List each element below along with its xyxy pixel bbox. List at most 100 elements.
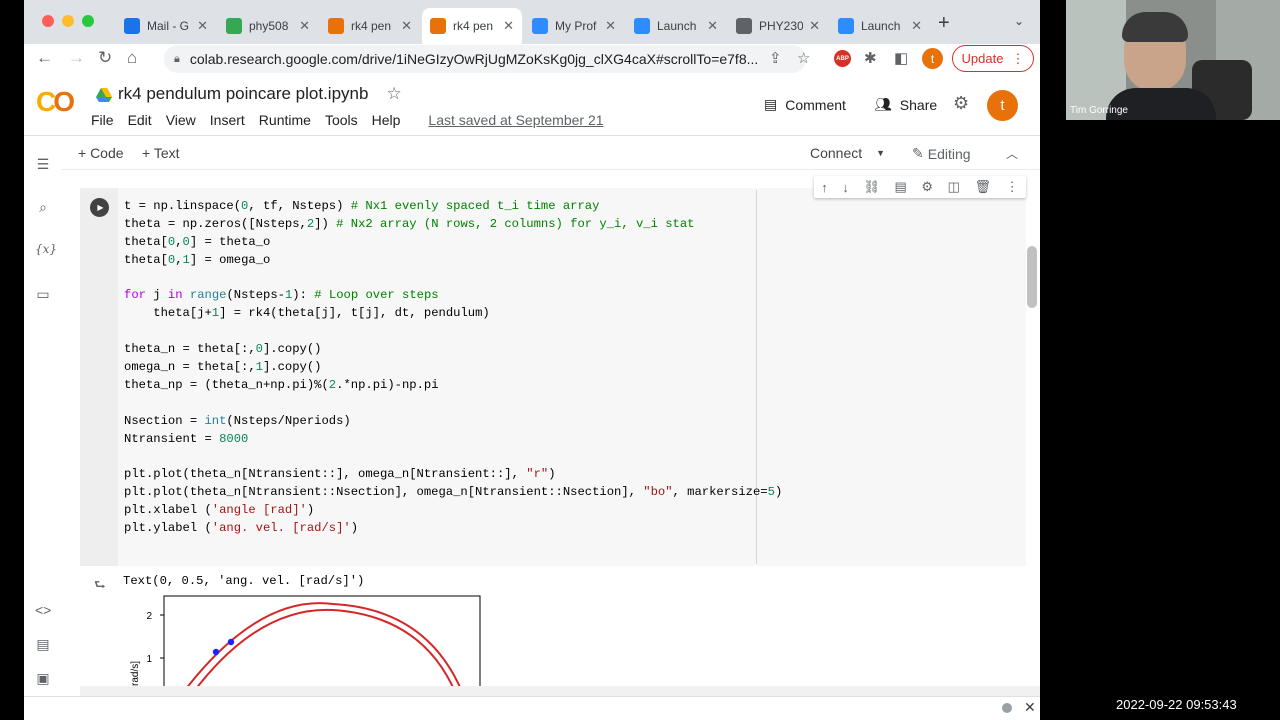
- add-text-button[interactable]: + Text: [142, 145, 180, 161]
- webcam-video: Tim Gorringe: [1066, 0, 1280, 120]
- y-tick-label-1: 1: [146, 654, 152, 665]
- forward-icon[interactable]: →: [68, 48, 85, 68]
- menu-item-insert[interactable]: Insert: [210, 112, 245, 128]
- share-button[interactable]: 👥︎ Share: [874, 96, 937, 113]
- output-icon[interactable]: ⮑: [94, 576, 106, 598]
- zoom-icon: [838, 18, 854, 34]
- address-bar[interactable]: 🔒︎ colab.research.google.com/drive/1iNeG…: [164, 45, 806, 73]
- browser-tab[interactable]: Mail - G ✕: [116, 8, 216, 44]
- tab-close-icon[interactable]: ✕: [197, 18, 208, 34]
- search-icon[interactable]: ⌕: [35, 199, 51, 216]
- editing-mode-button[interactable]: ✎ Editing: [912, 145, 971, 162]
- settings-gear-icon[interactable]: ⚙: [953, 93, 969, 114]
- star-icon[interactable]: ☆: [386, 84, 401, 104]
- reload-icon[interactable]: ↻: [98, 48, 112, 68]
- more-options-icon[interactable]: ⋮: [1006, 179, 1019, 195]
- recording-timestamp: 2022-09-22 09:53:43: [1116, 697, 1237, 712]
- mirror-cell-icon[interactable]: ◫: [948, 179, 960, 195]
- browser-tab[interactable]: rk4 pen ✕: [320, 8, 420, 44]
- bookmark-star-icon[interactable]: ☆: [797, 49, 810, 67]
- run-cell-button[interactable]: ▶: [90, 198, 109, 217]
- browser-tab[interactable]: rk4 pen ✕: [422, 8, 522, 44]
- code-line: theta[0,0] = theta_o: [124, 234, 271, 249]
- tab-close-icon[interactable]: ✕: [809, 18, 820, 34]
- code-editor[interactable]: t = np.linspace(0, tf, Nsteps) # Nx1 eve…: [124, 198, 782, 538]
- terminal-icon[interactable]: ▣: [35, 670, 51, 687]
- code-snippets-icon[interactable]: <>: [35, 602, 51, 618]
- browser-tab[interactable]: phy508 ✕: [218, 8, 318, 44]
- tab-close-icon[interactable]: ✕: [503, 18, 514, 34]
- person-hair: [1122, 12, 1188, 42]
- browser-toolbar: ← → ↻ ⌂ 🔒︎ colab.research.google.com/dri…: [24, 44, 1040, 74]
- comment-cell-icon[interactable]: ▤: [895, 179, 907, 195]
- menu-item-file[interactable]: File: [91, 112, 114, 128]
- menu-item-help[interactable]: Help: [372, 112, 401, 128]
- update-label: Update: [961, 51, 1004, 66]
- adblock-icon[interactable]: ABP: [834, 50, 851, 67]
- menu-item-runtime[interactable]: Runtime: [259, 112, 311, 128]
- back-icon[interactable]: ←: [36, 48, 53, 68]
- home-icon[interactable]: ⌂: [127, 48, 137, 68]
- colab-icon: [328, 18, 344, 34]
- close-status-icon[interactable]: ✕: [1024, 699, 1036, 716]
- tab-search-icon[interactable]: ⌄: [1014, 14, 1024, 28]
- last-saved-link[interactable]: Last saved at September 21: [428, 112, 603, 128]
- poincare-point: [212, 648, 220, 656]
- code-line: theta[j+1] = rk4(theta[j], t[j], dt, pen…: [124, 306, 490, 321]
- tab-close-icon[interactable]: ✕: [299, 18, 310, 34]
- connect-button[interactable]: Connect ▼: [810, 145, 885, 161]
- participant-name: Tim Gorringe: [1070, 105, 1128, 116]
- tab-close-icon[interactable]: ✕: [605, 18, 616, 34]
- pencil-icon: ✎: [912, 145, 924, 161]
- cell-settings-icon[interactable]: ⚙: [921, 179, 933, 195]
- gmail-icon: [124, 18, 140, 34]
- tab-close-icon[interactable]: ✕: [911, 18, 922, 34]
- code-line: theta = np.zeros([Nsteps,2]) # Nx2 array…: [124, 216, 695, 231]
- side-panel-icon[interactable]: ◧: [894, 49, 908, 67]
- table-of-contents-icon[interactable]: ☰: [35, 156, 51, 173]
- code-line: theta_n = theta[:,0].copy(): [124, 342, 322, 357]
- tab-label: phy508: [249, 19, 289, 33]
- colab-header: CO rk4 pendulum poincare plot.ipynb ☆ Fi…: [24, 74, 1040, 136]
- menu-item-view[interactable]: View: [166, 112, 196, 128]
- more-vert-icon: ⋮: [1011, 50, 1025, 66]
- notebook-toolbar: + Code + Text Connect ▼ ✎ Editing ︿: [62, 136, 1040, 170]
- vertical-scrollbar[interactable]: [1027, 246, 1037, 308]
- command-palette-icon[interactable]: ▤: [35, 636, 51, 653]
- share-page-icon[interactable]: ⇪: [769, 49, 782, 67]
- horizontal-scrollbar[interactable]: [80, 686, 1040, 696]
- variables-icon[interactable]: {x}: [35, 242, 57, 256]
- browser-tab[interactable]: PHY230 ✕: [728, 8, 828, 44]
- delete-cell-icon[interactable]: 🗑︎: [975, 179, 992, 195]
- move-down-icon[interactable]: ↓: [842, 180, 849, 195]
- colab-logo[interactable]: CO: [36, 86, 75, 118]
- new-tab-icon[interactable]: +: [938, 12, 950, 35]
- menu-item-tools[interactable]: Tools: [325, 112, 358, 128]
- close-window-button[interactable]: [42, 15, 54, 27]
- add-code-button[interactable]: + Code: [78, 145, 124, 161]
- zoom-window-button[interactable]: [82, 15, 94, 27]
- browser-tab[interactable]: Launch ✕: [830, 8, 930, 44]
- update-button[interactable]: Update ⋮: [952, 45, 1034, 72]
- tab-label: Launch: [657, 19, 697, 33]
- link-icon[interactable]: ⛓: [863, 179, 880, 195]
- tab-label: My Prof: [555, 19, 597, 33]
- extensions-icon[interactable]: ✱: [864, 49, 877, 67]
- profile-avatar[interactable]: t: [922, 48, 943, 69]
- tab-close-icon[interactable]: ✕: [401, 18, 412, 34]
- code-line: theta_np = (theta_n+np.pi)%(2.*np.pi)-np…: [124, 377, 439, 392]
- menu-bar: File Edit View Insert Runtime Tools Help Last s…: [91, 112, 604, 128]
- browser-tab[interactable]: My Prof ✕: [524, 8, 624, 44]
- menu-item-edit[interactable]: Edit: [128, 112, 152, 128]
- collapse-header-icon[interactable]: ︿: [1006, 145, 1018, 162]
- move-up-icon[interactable]: ↑: [821, 180, 828, 195]
- tab-close-icon[interactable]: ✕: [707, 18, 718, 34]
- notebook-title-text[interactable]: rk4 pendulum poincare plot.ipynb: [118, 84, 368, 104]
- files-folder-icon[interactable]: ▭: [35, 286, 51, 303]
- comment-button[interactable]: ▤ Comment: [764, 96, 846, 113]
- status-dot-icon: [1002, 703, 1012, 713]
- user-avatar[interactable]: t: [987, 90, 1018, 121]
- tab-label: Launch: [861, 19, 901, 33]
- browser-tab[interactable]: Launch ✕: [626, 8, 726, 44]
- minimize-window-button[interactable]: [62, 15, 74, 27]
